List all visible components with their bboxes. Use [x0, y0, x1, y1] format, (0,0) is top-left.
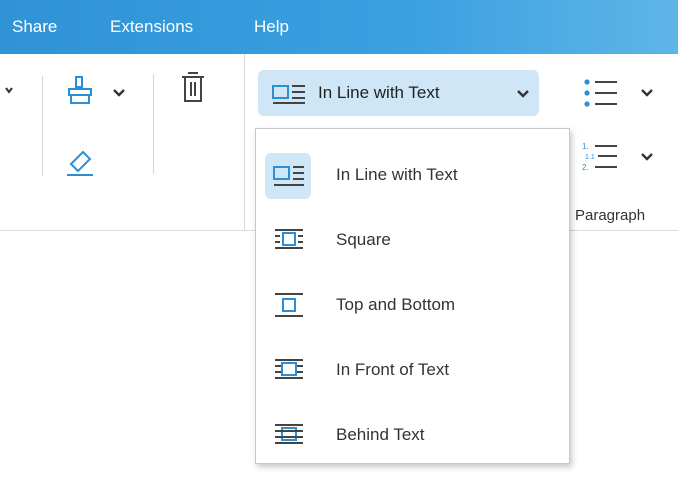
wrap-square-icon	[265, 218, 311, 264]
wrap-behind-icon	[265, 413, 311, 459]
wrap-text-button[interactable]: In Line with Text	[258, 70, 539, 116]
menu-item-in-front-of-text[interactable]: In Front of Text	[256, 341, 569, 401]
svg-text:2.: 2.	[582, 163, 589, 172]
menu-extensions[interactable]: Extensions	[110, 17, 193, 37]
wrap-top-bottom-icon	[265, 283, 311, 329]
chevron-down-icon	[517, 90, 529, 98]
numbered-list-chevron-icon[interactable]	[640, 152, 654, 162]
wrap-inline-icon	[265, 153, 311, 199]
wrap-in-front-icon	[265, 348, 311, 394]
numbered-list-icon[interactable]: 1. 1.1 2.	[582, 140, 622, 174]
separator	[42, 76, 43, 176]
wrap-inline-icon	[272, 85, 305, 104]
menu-item-label: In Line with Text	[336, 165, 458, 184]
menu-item-label: Top and Bottom	[336, 295, 456, 314]
menu-bar: Share Extensions Help	[0, 0, 678, 54]
wrap-text-button-label: In Line with Text	[318, 83, 440, 102]
bullet-list-chevron-icon[interactable]	[640, 88, 654, 98]
format-painter-icon[interactable]	[64, 74, 98, 108]
menu-share[interactable]: Share	[12, 17, 57, 37]
paragraph-group-label: Paragraph	[575, 207, 646, 224]
menu-item-square[interactable]: Square	[256, 211, 569, 271]
separator	[244, 54, 245, 230]
svg-text:1.: 1.	[582, 142, 589, 151]
menu-help[interactable]: Help	[254, 17, 289, 37]
separator	[153, 74, 154, 174]
menu-item-in-line-with-text[interactable]: In Line with Text	[256, 146, 569, 206]
eraser-icon[interactable]	[63, 144, 97, 178]
menu-item-label: In Front of Text	[336, 360, 450, 379]
menu-item-behind-text[interactable]: Behind Text	[256, 406, 569, 466]
menu-item-label: Square	[336, 230, 391, 249]
wrap-text-menu: In Line with Text Square Top and Bottom …	[255, 128, 570, 464]
delete-icon[interactable]	[178, 71, 208, 105]
svg-text:1.1: 1.1	[585, 154, 595, 161]
menu-item-label: Behind Text	[336, 425, 425, 444]
chevron-down-icon[interactable]	[5, 86, 13, 96]
bullet-list-icon[interactable]	[582, 76, 622, 110]
format-painter-chevron-icon[interactable]	[112, 88, 126, 98]
menu-item-top-and-bottom[interactable]: Top and Bottom	[256, 276, 569, 336]
